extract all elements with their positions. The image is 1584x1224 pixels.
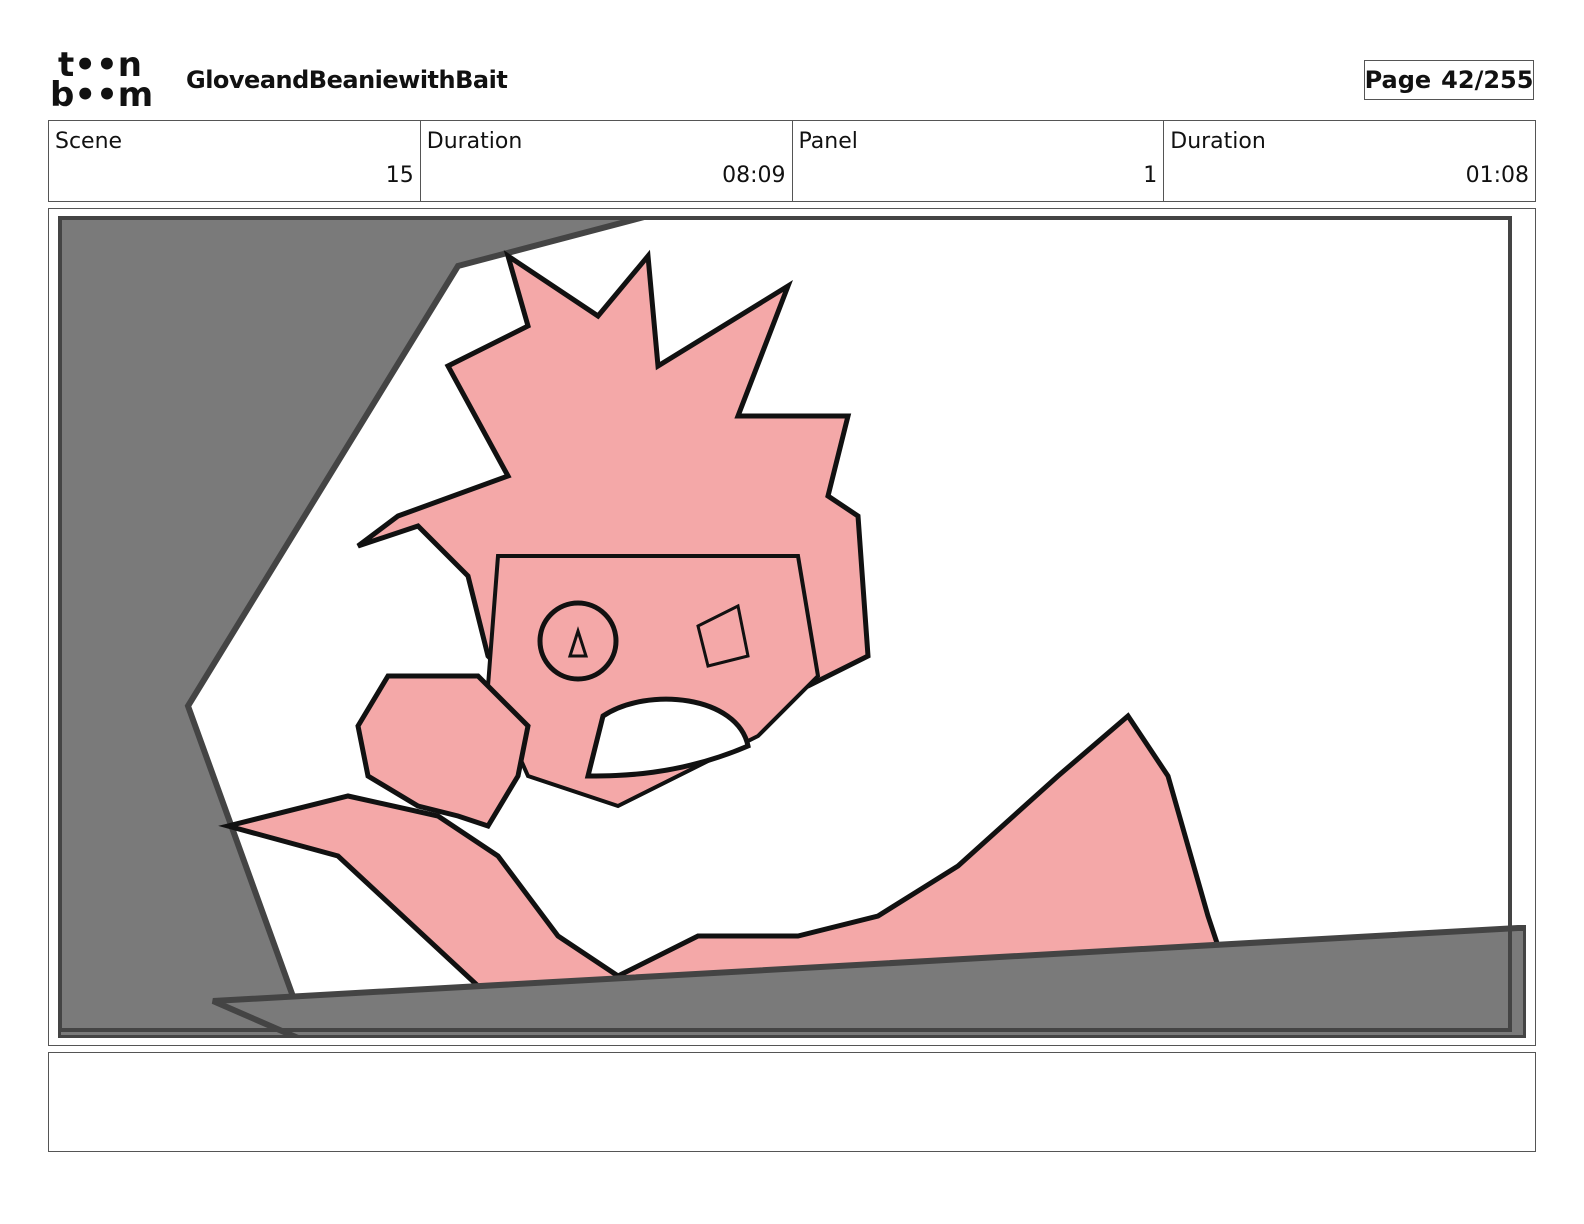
page-number: 42/255 <box>1441 66 1534 94</box>
scene-duration-cell: Duration 08:09 <box>421 121 793 201</box>
panel-duration-label: Duration <box>1170 129 1266 154</box>
scene-info-row: Scene 15 Duration 08:09 Panel 1 Duration… <box>48 120 1536 202</box>
project-title: GloveandBeaniewithBait <box>186 66 508 94</box>
scene-duration-value: 08:09 <box>722 163 786 188</box>
character-eye <box>537 600 619 682</box>
scene-cell: Scene 15 <box>49 121 421 201</box>
scene-label: Scene <box>55 129 123 154</box>
toonboom-logo: t••n b••m <box>50 48 164 114</box>
logo-line-2: b••m <box>50 75 154 115</box>
panel-value: 1 <box>1143 163 1158 188</box>
panel-duration-value: 01:08 <box>1465 163 1529 188</box>
panel-label: Panel <box>798 129 858 154</box>
page-indicator: Page 42/255 <box>1364 60 1534 100</box>
panel-duration-cell: Duration 01:08 <box>1164 121 1535 201</box>
panel-cell: Panel 1 <box>793 121 1165 201</box>
scene-duration-label: Duration <box>426 129 523 154</box>
panel-sketch <box>58 216 1526 1038</box>
storyboard-panel-drawing <box>58 216 1526 1038</box>
scene-value: 15 <box>385 163 414 188</box>
page-label: Page <box>1364 66 1432 94</box>
panel-notes-box[interactable] <box>48 1052 1536 1152</box>
